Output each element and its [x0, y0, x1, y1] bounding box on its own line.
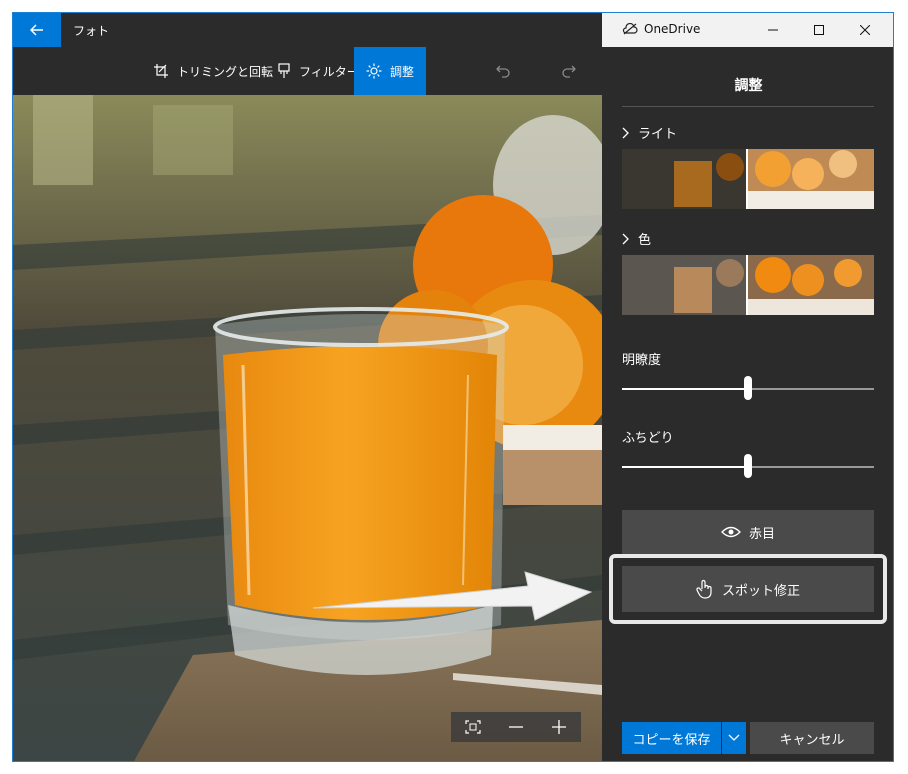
clarity-label: 明瞭度	[622, 353, 662, 368]
undo-icon	[495, 63, 511, 79]
onedrive-label: OneDrive	[644, 22, 701, 36]
title-bar-right: OneDrive	[602, 13, 893, 47]
filter-brush-icon	[277, 63, 291, 79]
orange-juice-photo	[13, 95, 602, 761]
tab-crop-label: トリミングと回転	[177, 64, 274, 79]
red-eye-button[interactable]: 赤目	[622, 510, 874, 554]
title-bar: フォト OneDrive	[13, 13, 893, 47]
back-arrow-icon	[30, 24, 43, 36]
close-button[interactable]	[842, 13, 888, 47]
zoom-out-button[interactable]	[501, 712, 531, 742]
redo-button[interactable]	[549, 47, 589, 95]
maximize-icon	[814, 25, 824, 35]
light-label: ライト	[638, 127, 678, 142]
spot-fix-label: スポット修正	[721, 583, 800, 599]
save-copy-label: コピーを保存	[632, 732, 711, 748]
crop-icon	[153, 63, 169, 79]
zoom-in-icon	[552, 720, 567, 734]
close-icon	[860, 25, 870, 35]
undo-button[interactable]	[483, 47, 523, 95]
light-section-toggle[interactable]: ライト	[622, 123, 677, 142]
onedrive-status[interactable]: OneDrive	[622, 22, 700, 36]
maximize-button[interactable]	[796, 13, 842, 47]
tab-filters-label: フィルター	[299, 64, 359, 79]
photo-preview[interactable]	[13, 95, 602, 761]
red-eye-label: 赤目	[748, 526, 775, 542]
spot-fix-button[interactable]: スポット修正	[622, 566, 874, 612]
redo-icon	[561, 63, 577, 79]
eye-icon	[721, 526, 741, 538]
fit-screen-icon	[465, 720, 481, 734]
touch-hand-icon	[696, 579, 712, 599]
tab-crop-rotate[interactable]: トリミングと回転	[141, 47, 285, 95]
color-preview-slider[interactable]	[622, 255, 874, 315]
zoom-in-button[interactable]	[544, 712, 574, 742]
chevron-down-icon	[728, 734, 740, 741]
cancel-label: キャンセル	[779, 732, 845, 748]
color-label: 色	[638, 233, 652, 248]
light-bright-thumbnail	[748, 149, 874, 209]
color-saturated-thumbnail	[748, 255, 874, 315]
cloud-icon	[622, 23, 638, 35]
minimize-icon	[768, 29, 778, 31]
color-section-toggle[interactable]: 色	[622, 229, 651, 248]
panel-divider	[622, 106, 874, 107]
light-preview-slider[interactable]	[622, 149, 874, 209]
vignette-slider-thumb[interactable]	[744, 454, 752, 478]
zoom-out-icon	[508, 726, 523, 728]
chevron-right-icon	[622, 127, 629, 138]
zoom-controls	[451, 712, 581, 742]
adjust-panel: 調整 ライト 色 明瞭度 ふちどり 赤目 スポット修正 コピーを保存 キャンセル	[602, 47, 893, 761]
save-options-dropdown[interactable]	[722, 722, 746, 754]
vignette-label: ふちどり	[622, 431, 674, 446]
app-title: フォト	[73, 24, 110, 38]
minimize-button[interactable]	[750, 13, 796, 47]
photos-window: フォト OneDrive トリミングと回転 フィルター 調整 調整 ライト 色 …	[12, 12, 894, 762]
clarity-slider[interactable]	[622, 376, 874, 400]
back-button[interactable]	[13, 13, 61, 47]
edit-toolbar: トリミングと回転 フィルター 調整	[13, 47, 602, 95]
vignette-slider[interactable]	[622, 454, 874, 478]
vignette-slider-fill	[622, 466, 748, 468]
clarity-slider-thumb[interactable]	[744, 376, 752, 400]
sun-icon	[366, 63, 382, 79]
clarity-slider-fill	[622, 388, 748, 390]
cancel-button[interactable]: キャンセル	[750, 722, 874, 754]
tab-adjust[interactable]: 調整	[354, 47, 426, 95]
color-desaturated-thumbnail	[622, 255, 746, 315]
fit-screen-button[interactable]	[458, 712, 488, 742]
light-dark-thumbnail	[622, 149, 746, 209]
title-bar-left: フォト	[13, 13, 602, 47]
panel-title: 調整	[734, 78, 763, 94]
tab-adjust-label: 調整	[390, 64, 415, 79]
save-copy-button[interactable]: コピーを保存	[622, 722, 721, 754]
callout-arrow	[313, 571, 593, 621]
chevron-right-icon	[622, 233, 629, 244]
